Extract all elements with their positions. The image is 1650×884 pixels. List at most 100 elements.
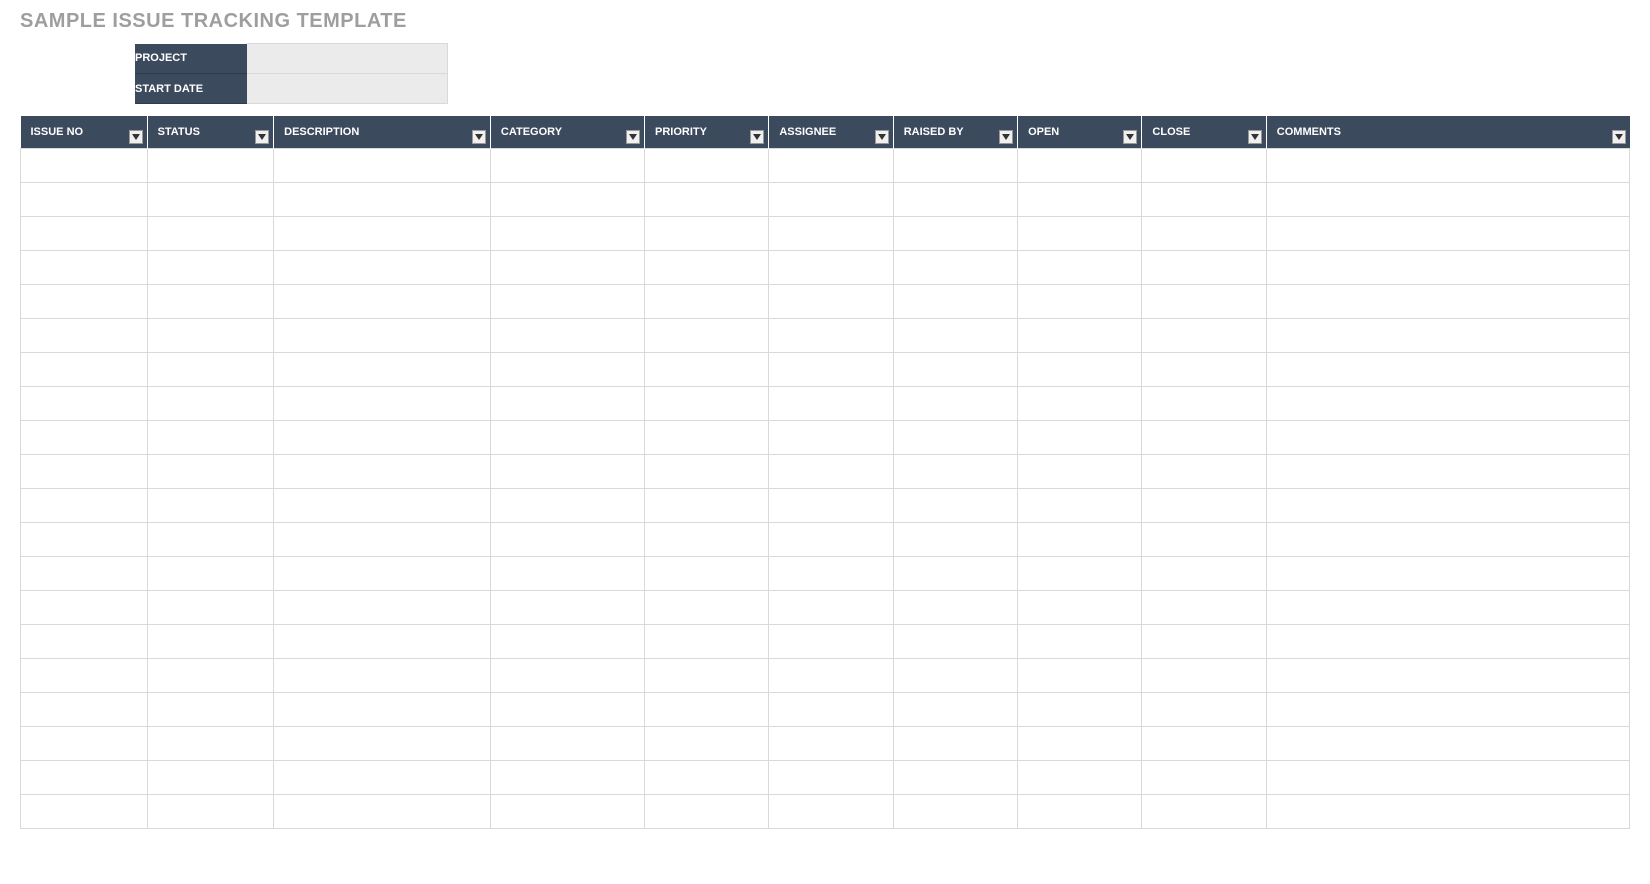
cell[interactable] [644, 522, 768, 556]
filter-dropdown-icon[interactable] [750, 130, 764, 144]
cell[interactable] [1266, 760, 1629, 794]
filter-dropdown-icon[interactable] [626, 130, 640, 144]
cell[interactable] [1142, 726, 1266, 760]
cell[interactable] [274, 590, 491, 624]
cell[interactable] [1018, 624, 1142, 658]
cell[interactable] [769, 386, 893, 420]
filter-dropdown-icon[interactable] [1248, 130, 1262, 144]
cell[interactable] [1266, 182, 1629, 216]
cell[interactable] [274, 522, 491, 556]
cell[interactable] [1018, 250, 1142, 284]
cell[interactable] [490, 624, 644, 658]
cell[interactable] [769, 522, 893, 556]
cell[interactable] [1142, 216, 1266, 250]
cell[interactable] [769, 794, 893, 828]
cell[interactable] [769, 488, 893, 522]
cell[interactable] [893, 794, 1017, 828]
cell[interactable] [1018, 420, 1142, 454]
filter-dropdown-icon[interactable] [255, 130, 269, 144]
cell[interactable] [1018, 692, 1142, 726]
cell[interactable] [21, 386, 148, 420]
cell[interactable] [490, 250, 644, 284]
cell[interactable] [1142, 488, 1266, 522]
cell[interactable] [1018, 794, 1142, 828]
cell[interactable] [21, 760, 148, 794]
cell[interactable] [274, 284, 491, 318]
cell[interactable] [1266, 250, 1629, 284]
cell[interactable] [21, 658, 148, 692]
cell[interactable] [490, 590, 644, 624]
cell[interactable] [644, 386, 768, 420]
cell[interactable] [490, 522, 644, 556]
cell[interactable] [490, 454, 644, 488]
cell[interactable] [769, 250, 893, 284]
cell[interactable] [1018, 488, 1142, 522]
cell[interactable] [490, 148, 644, 182]
cell[interactable] [274, 624, 491, 658]
cell[interactable] [644, 250, 768, 284]
cell[interactable] [1018, 386, 1142, 420]
cell[interactable] [893, 760, 1017, 794]
cell[interactable] [644, 760, 768, 794]
cell[interactable] [769, 556, 893, 590]
cell[interactable] [893, 250, 1017, 284]
cell[interactable] [21, 148, 148, 182]
cell[interactable] [147, 250, 274, 284]
cell[interactable] [147, 216, 274, 250]
cell[interactable] [147, 182, 274, 216]
cell[interactable] [147, 794, 274, 828]
cell[interactable] [274, 726, 491, 760]
cell[interactable] [644, 726, 768, 760]
cell[interactable] [274, 216, 491, 250]
cell[interactable] [490, 386, 644, 420]
cell[interactable] [274, 760, 491, 794]
cell[interactable] [147, 318, 274, 352]
cell[interactable] [147, 352, 274, 386]
cell[interactable] [490, 760, 644, 794]
cell[interactable] [274, 556, 491, 590]
filter-dropdown-icon[interactable] [999, 130, 1013, 144]
cell[interactable] [274, 250, 491, 284]
filter-dropdown-icon[interactable] [875, 130, 889, 144]
cell[interactable] [1018, 148, 1142, 182]
cell[interactable] [1266, 624, 1629, 658]
cell[interactable] [1142, 658, 1266, 692]
start-date-value-cell[interactable] [247, 74, 447, 104]
cell[interactable] [21, 556, 148, 590]
cell[interactable] [644, 658, 768, 692]
cell[interactable] [893, 624, 1017, 658]
cell[interactable] [644, 556, 768, 590]
cell[interactable] [644, 590, 768, 624]
cell[interactable] [893, 148, 1017, 182]
cell[interactable] [644, 488, 768, 522]
cell[interactable] [893, 692, 1017, 726]
cell[interactable] [893, 318, 1017, 352]
cell[interactable] [893, 488, 1017, 522]
cell[interactable] [274, 488, 491, 522]
cell[interactable] [1266, 148, 1629, 182]
cell[interactable] [1142, 624, 1266, 658]
cell[interactable] [147, 726, 274, 760]
cell[interactable] [147, 386, 274, 420]
cell[interactable] [893, 658, 1017, 692]
cell[interactable] [1266, 590, 1629, 624]
cell[interactable] [147, 488, 274, 522]
cell[interactable] [769, 658, 893, 692]
filter-dropdown-icon[interactable] [1612, 130, 1626, 144]
cell[interactable] [1018, 556, 1142, 590]
cell[interactable] [644, 454, 768, 488]
cell[interactable] [1018, 760, 1142, 794]
cell[interactable] [1018, 182, 1142, 216]
filter-dropdown-icon[interactable] [1123, 130, 1137, 144]
cell[interactable] [769, 420, 893, 454]
cell[interactable] [21, 522, 148, 556]
cell[interactable] [1266, 658, 1629, 692]
cell[interactable] [1142, 794, 1266, 828]
cell[interactable] [274, 794, 491, 828]
filter-dropdown-icon[interactable] [129, 130, 143, 144]
cell[interactable] [644, 284, 768, 318]
cell[interactable] [1142, 454, 1266, 488]
cell[interactable] [644, 624, 768, 658]
cell[interactable] [1266, 454, 1629, 488]
cell[interactable] [1018, 454, 1142, 488]
